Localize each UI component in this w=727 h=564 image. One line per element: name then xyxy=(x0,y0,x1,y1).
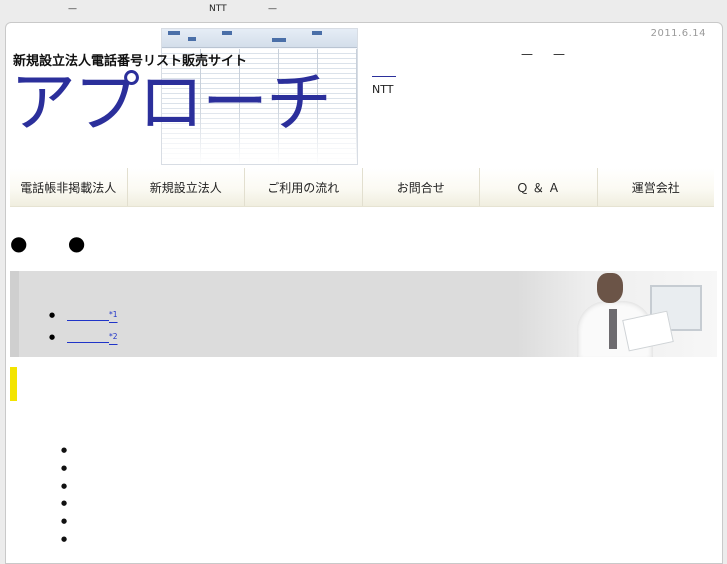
section-accent-bar xyxy=(10,367,17,401)
list-item: *2 xyxy=(49,328,118,350)
nav-item-contact[interactable]: お問合せ xyxy=(363,168,480,206)
promo-banner: *1 *2 xyxy=(10,271,717,357)
nav-item-company[interactable]: 運営会社 xyxy=(598,168,715,206)
site-logo[interactable]: アプローチ xyxy=(10,67,332,139)
ntt-underline xyxy=(372,76,396,77)
header-ntt-text: NTT xyxy=(372,83,394,96)
nav-item-usage-flow[interactable]: ご利用の流れ xyxy=(245,168,363,206)
header-dash-a: — xyxy=(521,47,533,61)
list-item: ● xyxy=(61,499,68,508)
top-dash-right: — xyxy=(268,4,277,14)
page-container: 2011.6.14 新規設立法人電話番号リスト販売サイト アプローチ — — N… xyxy=(5,22,723,564)
main-nav: 電話帳非掲載法人 新規設立法人 ご利用の流れ お問合せ Ｑ ＆ Ａ 運営会社 xyxy=(10,168,714,207)
nav-item-new-corps[interactable]: 新規設立法人 xyxy=(128,168,245,206)
nav-item-unlisted-corps[interactable]: 電話帳非掲載法人 xyxy=(10,168,128,206)
list-item: *1 xyxy=(49,306,118,328)
header-dash-b: — xyxy=(553,47,565,61)
businessman-photo xyxy=(517,271,717,357)
feature-list: ● ● ● ● ● ● xyxy=(61,442,67,549)
update-date: 2011.6.14 xyxy=(650,28,706,39)
banner-link-1[interactable]: *1 xyxy=(67,310,118,324)
section-heading-bullets: ● ● xyxy=(10,231,119,255)
list-item: ● xyxy=(61,446,68,454)
nav-item-qa[interactable]: Ｑ ＆ Ａ xyxy=(480,168,598,206)
top-ntt-text: NTT xyxy=(209,4,227,14)
banner-link-2[interactable]: *2 xyxy=(67,332,118,346)
list-item: ● xyxy=(61,534,68,543)
heading-bullet: ● xyxy=(67,231,86,255)
list-item: ● xyxy=(61,517,68,526)
top-bar: — NTT — xyxy=(0,0,727,22)
heading-bullet: ● xyxy=(10,231,28,255)
top-dash-left: — xyxy=(68,4,77,14)
list-item: ● xyxy=(61,481,68,490)
banner-link-list: *1 *2 xyxy=(49,306,118,350)
list-item: ● xyxy=(61,463,68,472)
